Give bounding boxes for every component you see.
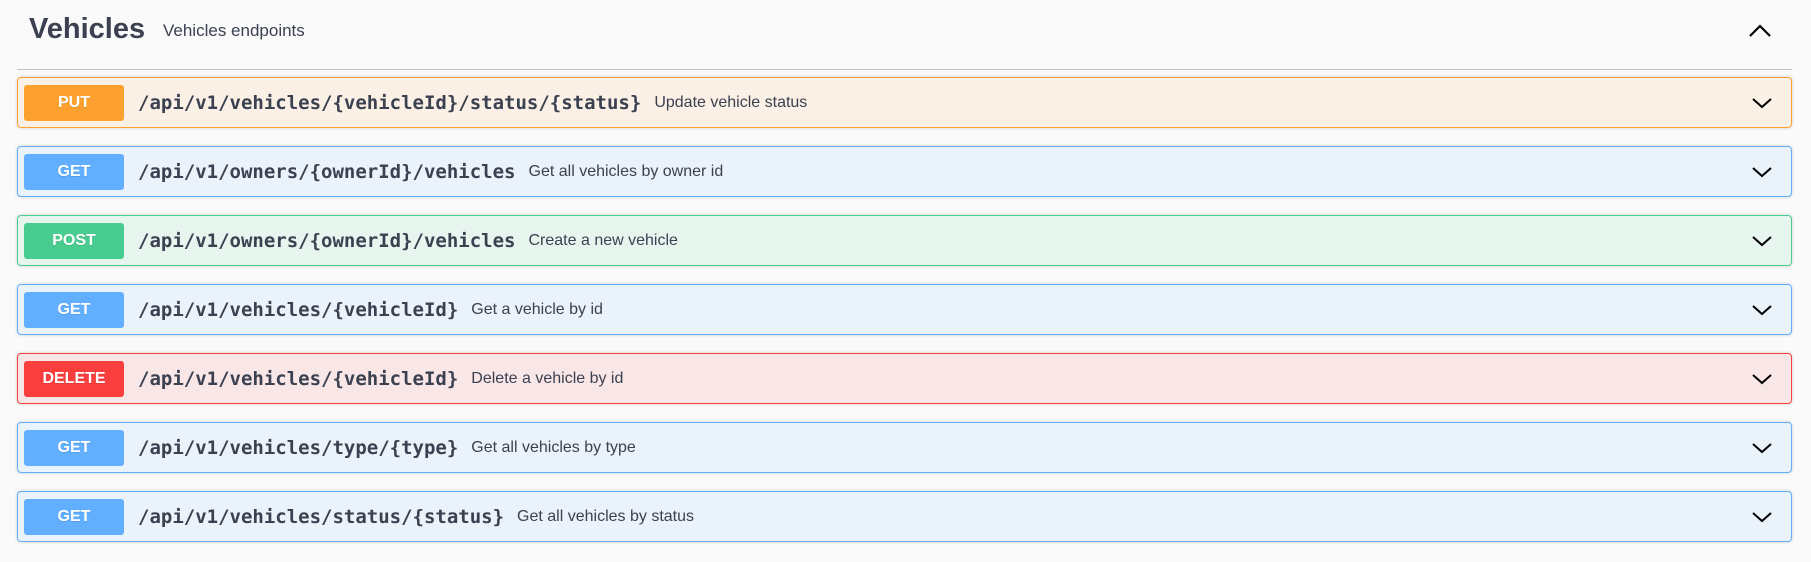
- endpoint-path: /api/v1/vehicles/{vehicleId}/status/{sta…: [138, 91, 642, 114]
- endpoint-summary: Create a new vehicle: [528, 231, 678, 249]
- operation-post-create-vehicle[interactable]: POST /api/v1/owners/{ownerId}/vehicles C…: [17, 215, 1792, 266]
- method-badge: GET: [24, 429, 124, 466]
- method-badge: GET: [24, 498, 124, 535]
- operation-put-update-vehicle-status[interactable]: PUT /api/v1/vehicles/{vehicleId}/status/…: [17, 77, 1792, 128]
- endpoint-summary: Delete a vehicle by id: [471, 369, 624, 387]
- endpoint-summary: Get all vehicles by type: [471, 438, 636, 456]
- endpoint-summary: Get all vehicles by owner id: [528, 162, 724, 180]
- method-badge: GET: [24, 153, 124, 190]
- endpoint-summary: Update vehicle status: [654, 93, 808, 111]
- endpoint-summary: Get all vehicles by status: [517, 507, 695, 525]
- chevron-down-icon[interactable]: [1747, 502, 1777, 532]
- method-badge: PUT: [24, 84, 124, 121]
- operation-get-vehicles-by-owner[interactable]: GET /api/v1/owners/{ownerId}/vehicles Ge…: [17, 146, 1792, 197]
- chevron-down-icon[interactable]: [1747, 364, 1777, 394]
- endpoint-path: /api/v1/owners/{ownerId}/vehicles: [138, 229, 516, 252]
- section-header[interactable]: Vehicles Vehicles endpoints: [17, 0, 1792, 70]
- chevron-down-icon[interactable]: [1747, 433, 1777, 463]
- vehicles-section: Vehicles Vehicles endpoints PUT /api/v1/…: [0, 0, 1811, 562]
- endpoint-path: /api/v1/vehicles/type/{type}: [138, 436, 459, 459]
- method-badge: POST: [24, 222, 124, 259]
- chevron-down-icon[interactable]: [1747, 88, 1777, 118]
- chevron-down-icon[interactable]: [1747, 226, 1777, 256]
- method-badge: DELETE: [24, 360, 124, 397]
- endpoint-path: /api/v1/owners/{ownerId}/vehicles: [138, 160, 516, 183]
- endpoint-path: /api/v1/vehicles/{vehicleId}: [138, 298, 459, 321]
- operation-delete-vehicle-by-id[interactable]: DELETE /api/v1/vehicles/{vehicleId} Dele…: [17, 353, 1792, 404]
- chevron-up-icon[interactable]: [1742, 14, 1778, 46]
- operation-get-vehicles-by-type[interactable]: GET /api/v1/vehicles/type/{type} Get all…: [17, 422, 1792, 473]
- endpoint-path: /api/v1/vehicles/{vehicleId}: [138, 367, 459, 390]
- endpoint-summary: Get a vehicle by id: [471, 300, 603, 318]
- section-description: Vehicles endpoints: [163, 21, 305, 40]
- operation-get-vehicles-by-status[interactable]: GET /api/v1/vehicles/status/{status} Get…: [17, 491, 1792, 542]
- method-badge: GET: [24, 291, 124, 328]
- endpoint-path: /api/v1/vehicles/status/{status}: [138, 505, 505, 528]
- section-title: Vehicles: [29, 13, 146, 45]
- operation-get-vehicle-by-id[interactable]: GET /api/v1/vehicles/{vehicleId} Get a v…: [17, 284, 1792, 335]
- chevron-down-icon[interactable]: [1747, 295, 1777, 325]
- operations-list: PUT /api/v1/vehicles/{vehicleId}/status/…: [17, 77, 1792, 560]
- chevron-down-icon[interactable]: [1747, 157, 1777, 187]
